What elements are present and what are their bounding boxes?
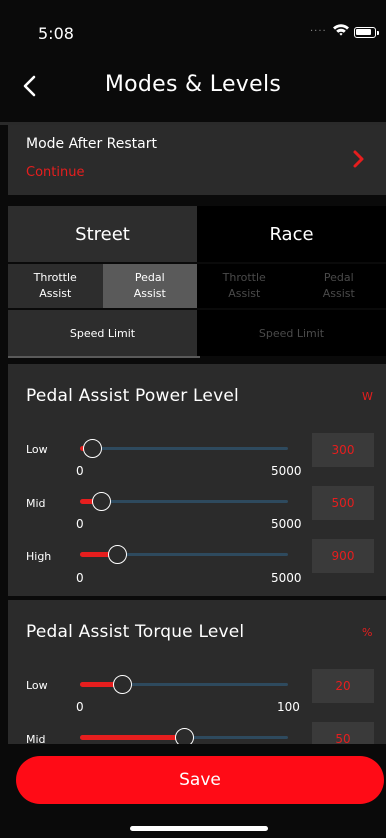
- power-level-title: Pedal Assist Power Level: [26, 386, 239, 406]
- status-time: 5:08: [38, 24, 74, 43]
- status-bar: 5:08 ····: [0, 0, 386, 60]
- mode-after-restart-label: Mode After Restart: [26, 136, 157, 152]
- subtab-street-pedal-assist[interactable]: Pedal Assist: [102, 264, 197, 308]
- subtab-street-throttle-assist[interactable]: Throttle Assist: [8, 264, 103, 308]
- torque-low-max: 100: [277, 700, 300, 714]
- torque-mid-fill: [80, 735, 184, 740]
- power-high-knob[interactable]: [108, 545, 128, 564]
- power-mid-value[interactable]: 500: [312, 486, 374, 520]
- speed-limit-underline: [8, 356, 200, 358]
- power-low-slider[interactable]: [80, 439, 288, 458]
- tab-race[interactable]: Race: [197, 206, 386, 262]
- power-unit: W: [362, 390, 373, 403]
- power-high-slider[interactable]: [80, 545, 288, 564]
- subtab-race-throttle-assist[interactable]: Throttle Assist: [197, 264, 292, 308]
- levels-scroll-area[interactable]: Pedal Assist Power Level W Low 0 5000 30…: [8, 364, 386, 744]
- chevron-right-icon: [353, 150, 364, 168]
- mode-after-restart-row[interactable]: Mode After Restart Continue: [8, 125, 386, 195]
- power-mid-slider[interactable]: [80, 492, 288, 511]
- subtab-race-pedal-assist[interactable]: Pedal Assist: [291, 264, 386, 308]
- power-mid-min: 0: [76, 517, 84, 531]
- torque-mid-knob[interactable]: [175, 728, 194, 744]
- power-low-value[interactable]: 300: [312, 433, 374, 467]
- power-mid-max: 5000: [271, 517, 302, 531]
- speed-limit-tabs: Speed Limit Speed Limit: [8, 310, 386, 356]
- mode-tabs: Street Race: [8, 206, 386, 262]
- cellular-signal-icon: ····: [310, 26, 327, 37]
- subtab-race-speed-limit[interactable]: Speed Limit: [197, 310, 386, 356]
- power-low-min: 0: [76, 464, 84, 478]
- power-mid-label: Mid: [26, 497, 46, 510]
- torque-low-knob[interactable]: [112, 675, 132, 694]
- battery-icon: [354, 27, 379, 38]
- assist-subtabs: Throttle Assist Pedal Assist Throttle As…: [8, 264, 386, 308]
- torque-level-card: Pedal Assist Torque Level % Low 0 100 20…: [8, 600, 386, 744]
- power-low-label: Low: [26, 443, 48, 456]
- power-mid-knob[interactable]: [91, 492, 111, 511]
- power-low-knob[interactable]: [83, 439, 103, 458]
- mode-after-restart-value: Continue: [26, 165, 85, 180]
- torque-low-slider[interactable]: [80, 675, 288, 694]
- torque-mid-slider[interactable]: [80, 728, 288, 744]
- power-high-max: 5000: [271, 571, 302, 585]
- power-high-value[interactable]: 900: [312, 539, 374, 573]
- torque-low-label: Low: [26, 679, 48, 692]
- power-high-min: 0: [76, 571, 84, 585]
- torque-unit: %: [362, 626, 373, 639]
- torque-mid-value[interactable]: 50: [312, 722, 374, 744]
- home-indicator: [130, 826, 268, 831]
- power-high-label: High: [26, 550, 52, 563]
- nav-bar: Modes & Levels: [0, 60, 386, 114]
- save-button[interactable]: Save: [16, 756, 384, 804]
- torque-mid-label: Mid: [26, 733, 46, 744]
- power-low-max: 5000: [271, 464, 302, 478]
- torque-low-value[interactable]: 20: [312, 669, 374, 703]
- power-level-card: Pedal Assist Power Level W Low 0 5000 30…: [8, 364, 386, 596]
- torque-low-min: 0: [76, 700, 84, 714]
- subtab-street-speed-limit[interactable]: Speed Limit: [8, 310, 197, 356]
- wifi-icon: [333, 24, 349, 36]
- torque-level-title: Pedal Assist Torque Level: [26, 622, 245, 642]
- page-title: Modes & Levels: [104, 72, 282, 97]
- tab-street[interactable]: Street: [8, 206, 197, 262]
